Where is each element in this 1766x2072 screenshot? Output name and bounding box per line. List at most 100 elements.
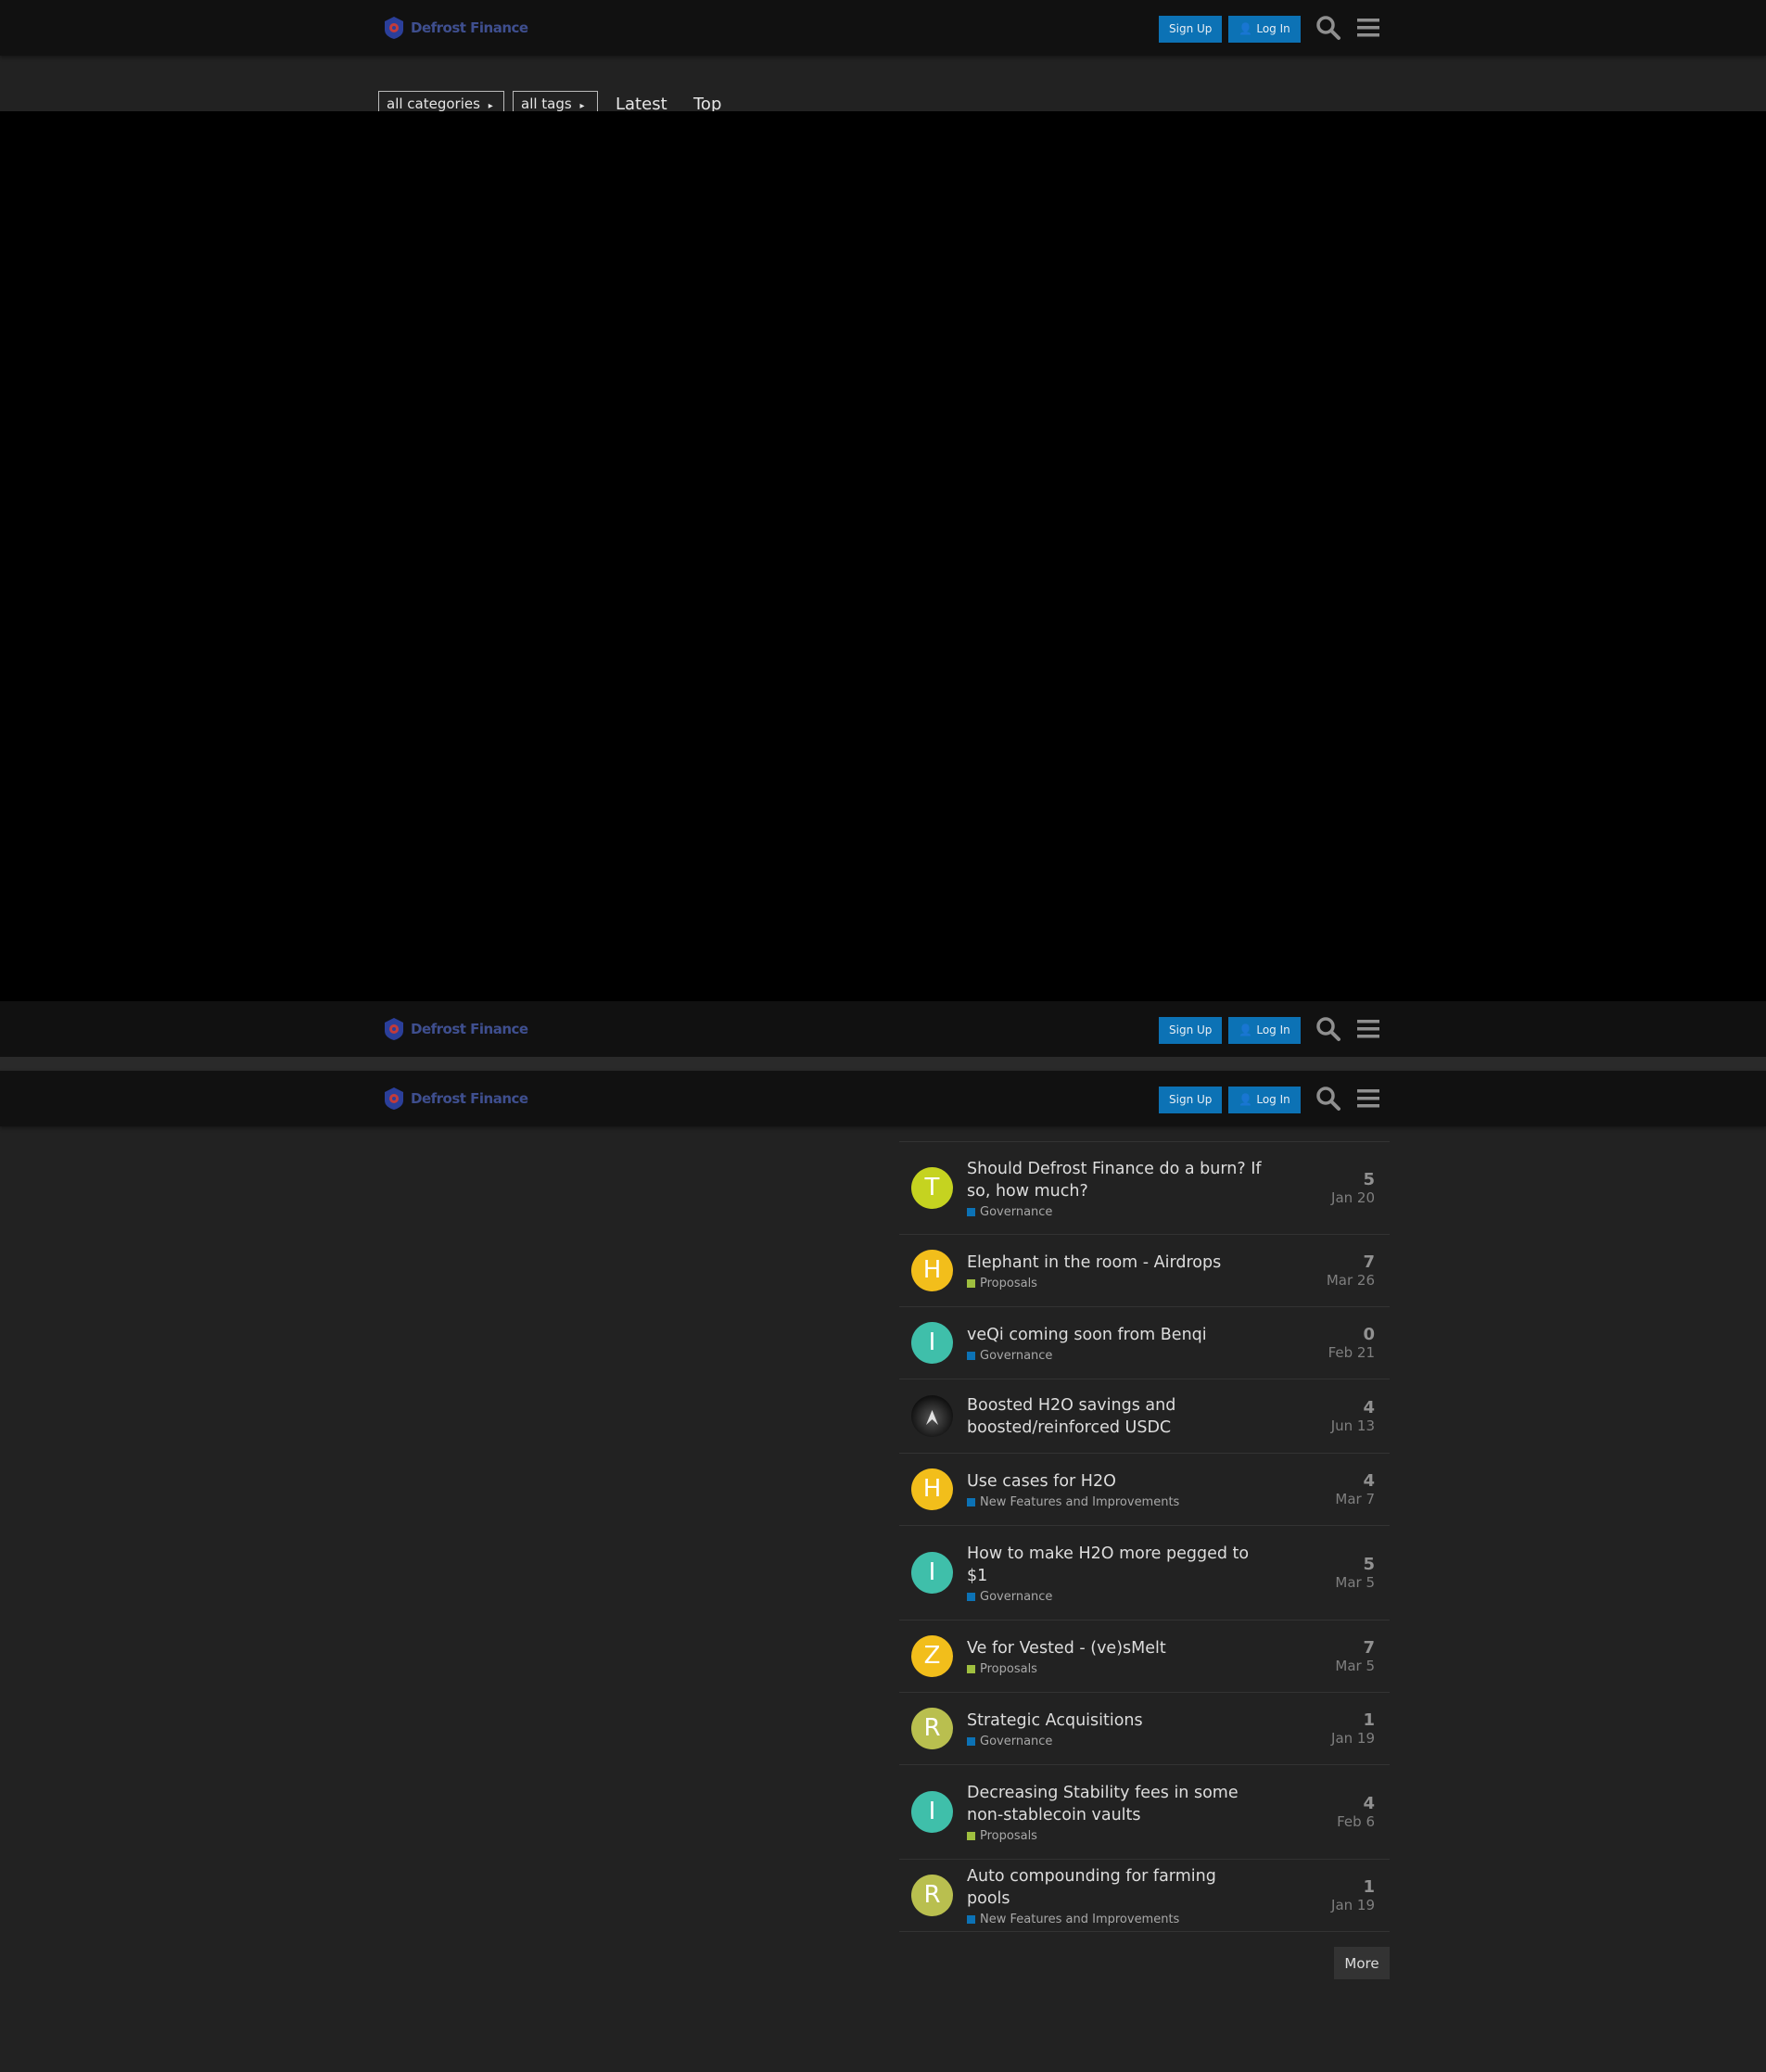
topic-title[interactable]: Boosted H2O savings and boosted/reinforce… xyxy=(967,1394,1264,1439)
site-logo[interactable]: Defrost Finance xyxy=(383,15,528,41)
category-color-square xyxy=(967,1351,975,1360)
avatar[interactable]: I xyxy=(911,1322,953,1364)
category-badge[interactable]: Proposals xyxy=(967,1277,1264,1290)
category-color-square xyxy=(967,1207,975,1216)
search-icon[interactable] xyxy=(1315,15,1341,41)
activity-date[interactable]: Mar 5 xyxy=(1335,1574,1375,1591)
caret-right-icon: ▸ xyxy=(579,101,585,111)
sign-up-button[interactable]: Sign Up xyxy=(1159,16,1223,43)
activity-date[interactable]: Mar 5 xyxy=(1335,1658,1375,1674)
activity-date[interactable]: Feb 21 xyxy=(1328,1344,1375,1361)
loading-overlay xyxy=(0,111,1766,1001)
category-badge[interactable]: Governance xyxy=(967,1735,1264,1748)
shield-logo-icon xyxy=(385,17,403,39)
topic-row[interactable]: Z Ve for Vested - (ve)sMelt Proposals 7M… xyxy=(899,1621,1390,1693)
topic-row[interactable]: R Strategic Acquisitions Governance 1 Jan… xyxy=(899,1693,1390,1765)
category-badge[interactable]: Proposals xyxy=(967,1662,1264,1676)
avatar[interactable]: I xyxy=(911,1552,953,1594)
activity-date[interactable]: Mar 26 xyxy=(1327,1272,1375,1289)
site-logo[interactable]: Defrost Finance xyxy=(383,1086,528,1112)
user-icon: 👤 xyxy=(1239,1023,1253,1036)
topic-row[interactable]: Boosted H2O savings and boosted/reinforce… xyxy=(899,1379,1390,1454)
topic-title[interactable]: Strategic Acquisitions xyxy=(967,1710,1264,1732)
navigation-bar xyxy=(0,56,1766,111)
avatar[interactable]: R xyxy=(911,1708,953,1749)
reply-count: 4 xyxy=(1363,1471,1375,1491)
shield-logo-icon xyxy=(385,1087,403,1110)
log-in-label: Log In xyxy=(1256,1093,1290,1106)
categories-dropdown[interactable]: all categories ▸ xyxy=(378,91,504,112)
caret-right-icon: ▸ xyxy=(488,101,493,111)
logo-text: Defrost Finance xyxy=(411,1021,528,1037)
hamburger-menu-icon[interactable] xyxy=(1356,1018,1380,1040)
tags-dropdown[interactable]: all tags ▸ xyxy=(513,91,598,112)
topic-row[interactable]: T Should Defrost Finance do a burn? If so… xyxy=(899,1142,1390,1235)
avatar-image-icon xyxy=(926,1410,938,1425)
log-in-button[interactable]: 👤 Log In xyxy=(1228,1017,1301,1044)
category-color-square xyxy=(967,1914,975,1924)
search-icon[interactable] xyxy=(1315,1016,1341,1042)
category-color-square xyxy=(967,1664,975,1673)
category-badge[interactable]: Governance xyxy=(967,1590,1264,1604)
topic-row[interactable]: H Use cases for H2O New Features and Imp… xyxy=(899,1454,1390,1526)
activity-date[interactable]: Jun 13 xyxy=(1331,1417,1375,1434)
logo-text: Defrost Finance xyxy=(411,19,528,36)
category-badge[interactable]: Governance xyxy=(967,1349,1264,1363)
hamburger-menu-icon[interactable] xyxy=(1356,17,1380,39)
topic-title[interactable]: Ve for Vested - (ve)sMelt xyxy=(967,1637,1264,1659)
activity-date[interactable]: Feb 6 xyxy=(1337,1813,1375,1830)
search-icon[interactable] xyxy=(1315,1086,1341,1112)
log-in-button[interactable]: 👤 Log In xyxy=(1228,1087,1301,1113)
user-icon: 👤 xyxy=(1239,1093,1253,1106)
activity-date[interactable]: Mar 7 xyxy=(1335,1491,1375,1507)
sign-up-button[interactable]: Sign Up xyxy=(1159,1087,1223,1113)
site-logo[interactable]: Defrost Finance xyxy=(383,1016,528,1042)
avatar[interactable]: H xyxy=(911,1468,953,1510)
category-badge[interactable]: New Features and Improvements xyxy=(967,1495,1264,1509)
log-in-label: Log In xyxy=(1256,1023,1290,1036)
topic-title[interactable]: Auto compounding for farming pools xyxy=(967,1865,1264,1910)
category-badge[interactable]: Governance xyxy=(967,1205,1264,1219)
avatar[interactable]: Z xyxy=(911,1635,953,1677)
topic-title[interactable]: veQi coming soon from Benqi xyxy=(967,1324,1264,1346)
topic-row[interactable]: I Decreasing Stability fees in some non-s… xyxy=(899,1765,1390,1860)
topic-title[interactable]: Decreasing Stability fees in some non-sta… xyxy=(967,1782,1264,1826)
activity-date[interactable]: Jan 19 xyxy=(1331,1730,1375,1747)
avatar[interactable]: I xyxy=(911,1791,953,1833)
reply-count: 4 xyxy=(1363,1794,1375,1813)
avatar[interactable]: H xyxy=(911,1250,953,1291)
hamburger-menu-icon[interactable] xyxy=(1356,1087,1380,1110)
reply-count: 7 xyxy=(1363,1638,1375,1658)
topic-title[interactable]: How to make H2O more pegged to $1 xyxy=(967,1543,1264,1587)
shield-logo-icon xyxy=(385,1018,403,1040)
topic-row[interactable]: H Elephant in the room - Airdrops Propos… xyxy=(899,1235,1390,1307)
reply-count: 5 xyxy=(1363,1170,1375,1189)
topic-row[interactable]: I veQi coming soon from Benqi Governance… xyxy=(899,1307,1390,1379)
avatar[interactable] xyxy=(911,1395,953,1437)
category-color-square xyxy=(967,1736,975,1746)
category-color-square xyxy=(967,1278,975,1288)
reply-count: 4 xyxy=(1363,1398,1375,1417)
topic-title[interactable]: Elephant in the room - Airdrops xyxy=(967,1252,1264,1274)
site-header-repeat: Defrost Finance Sign Up 👤 Log In xyxy=(0,1001,1766,1057)
activity-date[interactable]: Jan 20 xyxy=(1331,1189,1375,1206)
user-icon: 👤 xyxy=(1239,22,1253,35)
avatar[interactable]: R xyxy=(911,1875,953,1916)
topic-title[interactable]: Should Defrost Finance do a burn? If so, … xyxy=(967,1158,1264,1202)
reply-count: 1 xyxy=(1363,1710,1375,1730)
category-color-square xyxy=(967,1592,975,1601)
topic-row[interactable]: R Auto compounding for farming pools New… xyxy=(899,1860,1390,1932)
divider-strip xyxy=(0,1057,1766,1071)
topic-row[interactable]: I How to make H2O more pegged to $1 Gover… xyxy=(899,1526,1390,1621)
reply-count: 7 xyxy=(1363,1252,1375,1272)
log-in-button[interactable]: 👤 Log In xyxy=(1228,16,1301,43)
reply-count: 5 xyxy=(1363,1555,1375,1574)
categories-label: all categories xyxy=(387,95,480,112)
sign-up-button[interactable]: Sign Up xyxy=(1159,1017,1223,1044)
more-button[interactable]: More xyxy=(1334,1947,1390,1979)
topic-title[interactable]: Use cases for H2O xyxy=(967,1470,1264,1493)
activity-date[interactable]: Jan 19 xyxy=(1331,1897,1375,1913)
avatar[interactable]: T xyxy=(911,1167,953,1209)
category-badge[interactable]: Proposals xyxy=(967,1829,1264,1843)
category-badge[interactable]: New Features and Improvements xyxy=(967,1913,1264,1926)
